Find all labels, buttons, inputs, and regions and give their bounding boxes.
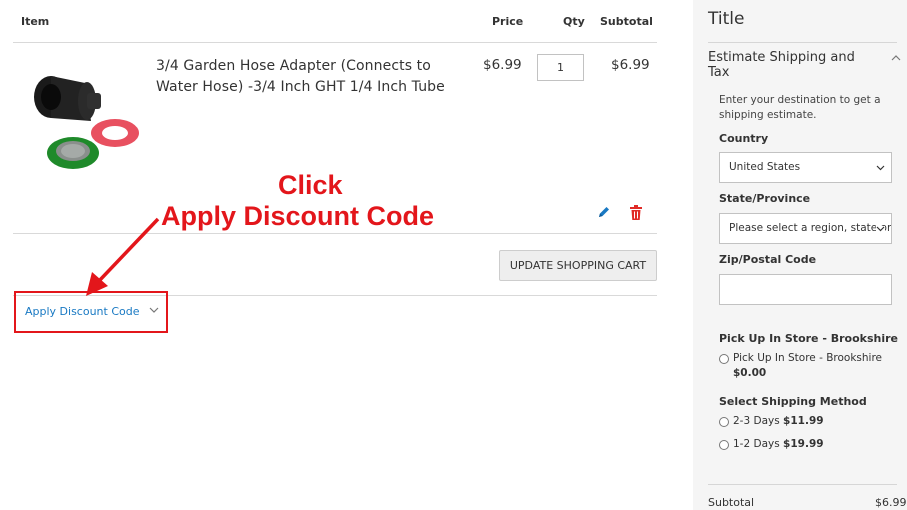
estimate-shipping-toggle[interactable]: Estimate Shipping and Tax (708, 50, 878, 80)
summary-title: Title (708, 9, 745, 29)
pickup-radio[interactable] (719, 354, 729, 364)
update-cart-button[interactable]: UPDATE SHOPPING CART (499, 250, 657, 281)
subtotal-value: $6.99 (875, 496, 907, 509)
shipping-option-label: 1-2 Days (733, 438, 780, 450)
header-subtotal: Subtotal (600, 15, 653, 28)
pickup-option-label[interactable]: Pick Up In Store - Brookshire (733, 351, 882, 366)
shipping-option-1-2-days[interactable]: 1-2 Days $19.99 (733, 437, 824, 452)
zip-input[interactable] (719, 274, 892, 305)
shipping-option-price: $11.99 (783, 415, 824, 427)
chevron-up-icon[interactable] (891, 54, 901, 61)
shipping-option-2-3-days[interactable]: 2-3 Days $11.99 (733, 414, 824, 429)
apply-discount-link[interactable]: Apply Discount Code (25, 305, 140, 318)
subtotal-label: Subtotal (708, 496, 755, 509)
annotation-target-text: Apply Discount Code (161, 201, 435, 231)
shipping-radio-2-3-days[interactable] (719, 417, 729, 427)
state-value: Please select a region, state or provinc… (729, 222, 891, 234)
chevron-down-icon (876, 165, 885, 171)
pickup-heading: Pick Up In Store - Brookshire (719, 332, 899, 345)
subtotal-divider (708, 484, 897, 485)
chevron-down-icon[interactable] (149, 307, 159, 314)
shipping-option-price: $19.99 (783, 438, 824, 450)
state-label: State/Province (719, 192, 811, 205)
zip-label: Zip/Postal Code (719, 253, 817, 266)
country-value: United States (729, 161, 801, 173)
edit-icon[interactable] (597, 205, 611, 219)
header-item: Item (21, 15, 50, 28)
item-subtotal: $6.99 (611, 57, 650, 73)
cart-header: Item Price Qty Subtotal (13, 0, 657, 43)
shipping-option-label: 2-3 Days (733, 415, 780, 427)
qty-input[interactable] (537, 54, 584, 81)
product-name[interactable]: 3/4 Garden Hose Adapter (Connects to Wat… (156, 56, 456, 98)
order-summary: Title Estimate Shipping and Tax Enter yo… (693, 0, 907, 510)
item-price: $6.99 (483, 57, 522, 73)
product-image[interactable] (23, 69, 143, 189)
discount-section[interactable]: Apply Discount Code (14, 291, 168, 333)
state-select[interactable]: Please select a region, state or provinc… (719, 213, 892, 244)
header-price: Price (492, 15, 524, 28)
annotation-click-text: Click (278, 170, 343, 200)
shipping-method-heading: Select Shipping Method (719, 395, 867, 408)
trash-icon[interactable] (629, 205, 643, 221)
summary-divider (708, 42, 897, 43)
cart-table: Item Price Qty Subtotal 3/4 Garden Hose … (13, 0, 657, 296)
estimate-description: Enter your destination to get a shipping… (719, 94, 881, 121)
header-qty: Qty (563, 15, 585, 28)
cart-actions: UPDATE SHOPPING CART (13, 234, 657, 296)
shipping-radio-1-2-days[interactable] (719, 440, 729, 450)
country-select[interactable]: United States (719, 152, 892, 183)
country-label: Country (719, 132, 769, 145)
chevron-down-icon (876, 226, 885, 232)
pickup-option-price: $0.00 (733, 367, 767, 379)
